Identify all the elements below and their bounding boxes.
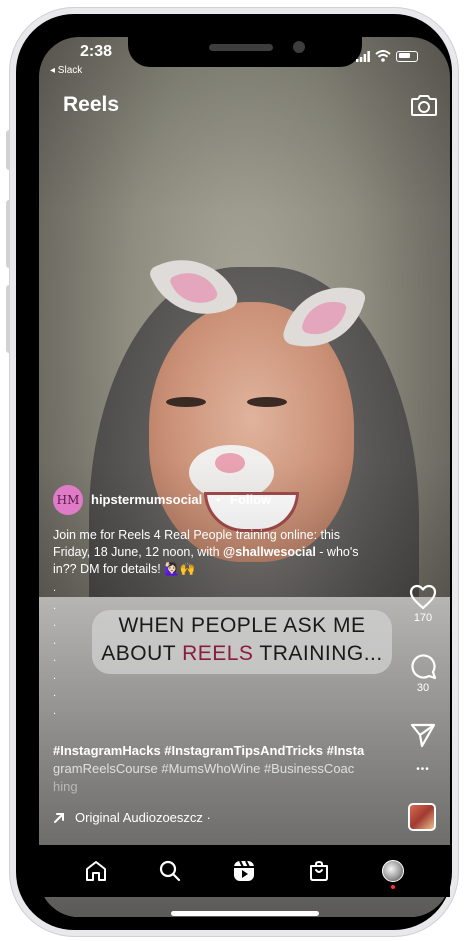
overlay-line-1: WHEN PEOPLE ASK ME — [118, 614, 366, 637]
hashtags-line-3: hing — [53, 779, 78, 794]
hashtags[interactable]: #InstagramHacks #InstagramTipsAndTricks … — [53, 742, 393, 796]
battery-icon — [396, 50, 418, 62]
overlay-line-2: ABOUT REELS TRAINING... — [92, 642, 392, 666]
speaker — [209, 44, 273, 51]
shop-icon — [309, 860, 328, 881]
audio-thumbnail[interactable] — [408, 803, 436, 831]
more-options-button[interactable]: ••• — [405, 764, 441, 775]
profile-avatar — [381, 860, 404, 882]
status-icons — [356, 50, 418, 62]
camera-icon[interactable] — [410, 93, 438, 117]
follow-button[interactable]: Follow — [230, 492, 271, 507]
wifi-icon — [375, 50, 391, 62]
author-username[interactable]: hipstermumsocial — [91, 492, 202, 507]
bottom-nav — [39, 845, 450, 897]
notch — [128, 37, 362, 67]
home-icon — [86, 861, 107, 881]
reels-icon — [234, 860, 255, 881]
nav-home[interactable] — [76, 851, 116, 891]
comment-icon — [411, 654, 437, 680]
caption-dots: . . . . . . . . — [53, 582, 57, 717]
hashtags-line-1: #InstagramHacks #InstagramTipsAndTricks … — [53, 743, 365, 758]
overlay-text-accent: REELS — [182, 642, 254, 665]
send-icon — [410, 723, 436, 748]
comment-button[interactable]: 30 — [405, 652, 441, 694]
page-title: Reels — [63, 93, 120, 116]
audio-label: Original Audiozoeszcz · — [75, 810, 211, 825]
separator-dot: • — [216, 492, 221, 507]
nav-reels[interactable] — [224, 851, 264, 891]
author-avatar[interactable]: HM — [53, 485, 83, 515]
comment-count: 30 — [416, 682, 430, 694]
search-icon — [160, 860, 181, 882]
audio-row[interactable]: Original Audiozoeszcz · — [53, 810, 211, 825]
like-count: 170 — [413, 612, 433, 624]
status-time: 2:38 — [80, 43, 113, 60]
heart-icon — [409, 584, 437, 610]
hashtags-line-2: gramReelsCourse #MumsWhoWine #BusinessCo… — [53, 761, 355, 776]
signal-icon — [356, 50, 370, 62]
nav-profile[interactable] — [373, 851, 413, 891]
back-to-app-link[interactable]: ◂ Slack — [50, 65, 82, 76]
nav-search[interactable] — [150, 851, 190, 891]
front-camera — [293, 41, 305, 53]
notification-dot — [390, 885, 395, 889]
like-button[interactable]: 170 — [405, 584, 441, 624]
home-indicator[interactable] — [171, 911, 319, 916]
overlay-text-pre: ABOUT — [101, 642, 183, 665]
overlay-text-post: TRAINING... — [253, 642, 383, 665]
nav-shop[interactable] — [299, 851, 339, 891]
share-button[interactable] — [405, 722, 441, 748]
arrow-icon — [54, 812, 64, 823]
post-caption[interactable]: Join me for Reels 4 Real People training… — [53, 527, 375, 578]
caption-mention[interactable]: @shallwesocial — [223, 545, 316, 559]
